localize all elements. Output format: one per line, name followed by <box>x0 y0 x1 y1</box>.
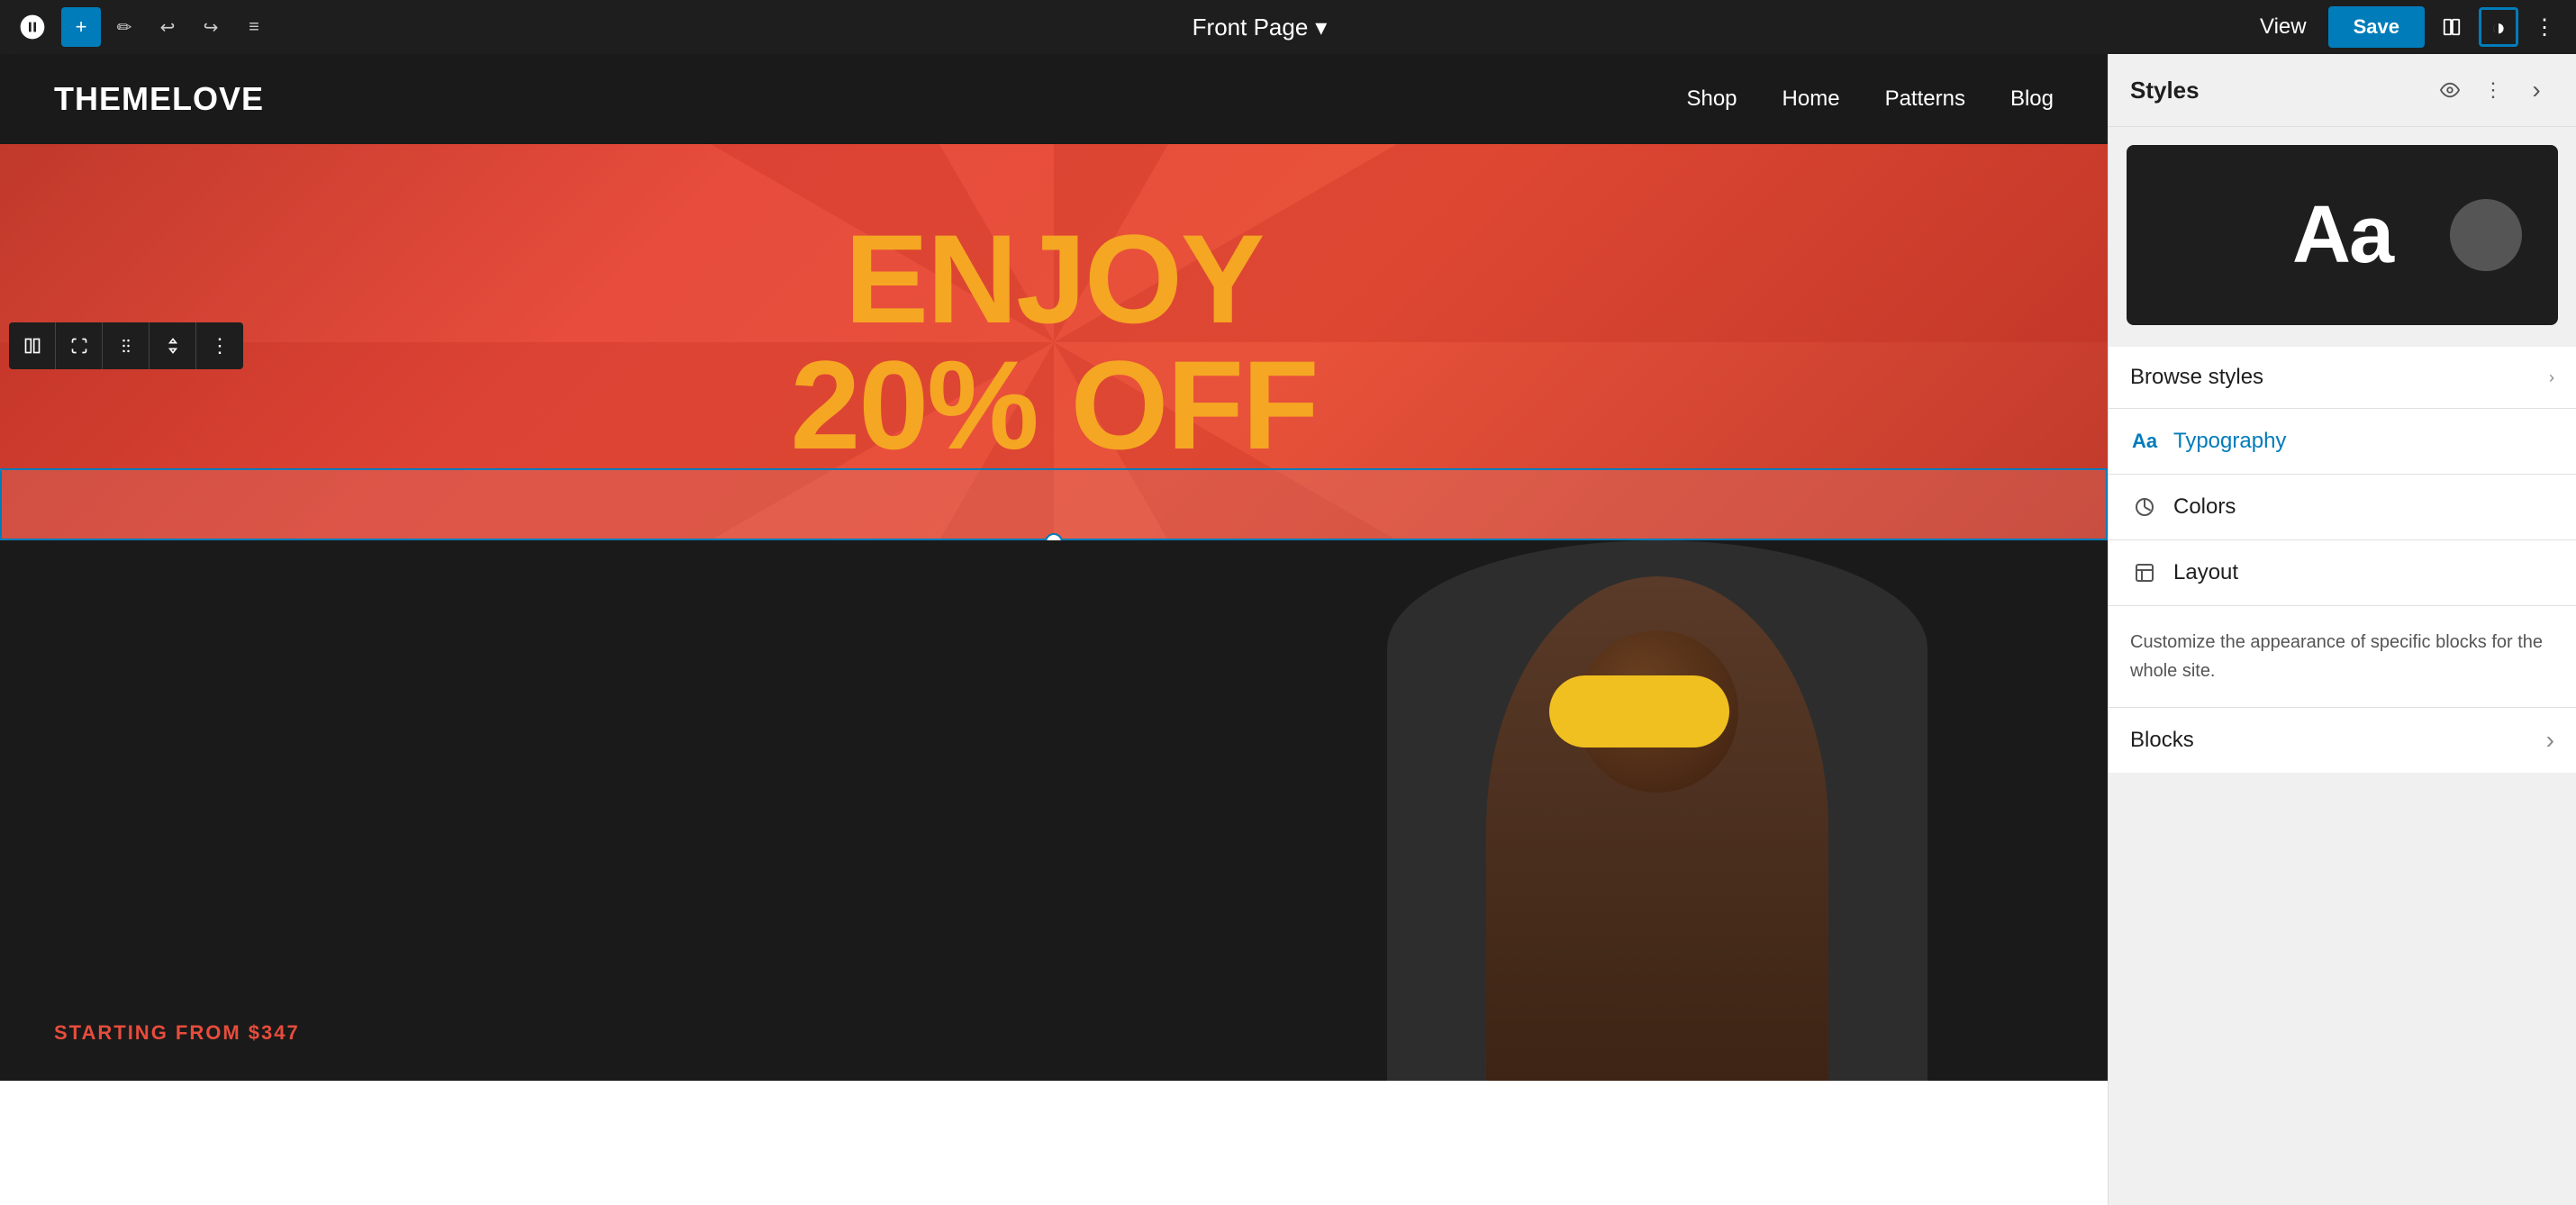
typography-item-left: Aa Typography <box>2130 427 2286 456</box>
browse-styles-label: Browse styles <box>2130 365 2263 390</box>
redo-button[interactable]: ↪ <box>191 7 231 47</box>
canvas-inner: THEMELOVE Shop Home Patterns Blog ENJOY … <box>0 54 2108 1205</box>
site-logo: THEMELOVE <box>54 80 264 118</box>
main-area: THEMELOVE Shop Home Patterns Blog ENJOY … <box>0 54 2576 1205</box>
curved-shape <box>1387 540 1927 1081</box>
typography-item[interactable]: Aa Typography <box>2109 409 2576 475</box>
block-updown-button[interactable] <box>150 322 196 369</box>
panel-header-actions: ⋮ › <box>2432 72 2554 108</box>
settings-more-button[interactable]: ⋮ <box>2526 7 2565 47</box>
bottom-section: STARTING FROM $347 <box>0 540 2108 1081</box>
main-toolbar: + ✏ ↩ ↪ ≡ Front Page ▾ View Save ◑ ⋮ <box>0 0 2576 54</box>
toolbar-center: Front Page ▾ <box>277 6 2242 49</box>
headband <box>1549 675 1729 747</box>
colors-item-left: Colors <box>2130 493 2236 521</box>
panel-description: Customize the appearance of specific blo… <box>2109 606 2576 707</box>
browse-styles-chevron: › <box>2549 368 2554 387</box>
nav-shop[interactable]: Shop <box>1686 86 1737 112</box>
layout-item[interactable]: Layout <box>2109 540 2576 606</box>
canvas: THEMELOVE Shop Home Patterns Blog ENJOY … <box>0 54 2108 1205</box>
page-title-chevron: ▾ <box>1315 14 1327 41</box>
hero-text: ENJOY 20% OFF <box>790 216 1317 468</box>
blocks-label: Blocks <box>2130 728 2194 753</box>
style-preview[interactable]: Aa <box>2127 145 2558 325</box>
hero-headline-line1: ENJOY <box>790 216 1317 342</box>
layout-label: Layout <box>2173 560 2238 585</box>
panel-more-icon: ⋮ <box>2483 78 2503 102</box>
block-columns-button[interactable] <box>9 322 56 369</box>
layout-icon <box>2130 558 2159 587</box>
panel-eye-button[interactable] <box>2432 72 2468 108</box>
block-more-button[interactable]: ⋮ <box>196 322 243 369</box>
typography-label: Typography <box>2173 429 2286 454</box>
undo-button[interactable]: ↩ <box>148 7 187 47</box>
panel-chevron-right-icon: › <box>2532 76 2540 104</box>
styles-panel: Styles ⋮ › Aa Browse styles › <box>2108 54 2576 1205</box>
panel-header: Styles ⋮ › <box>2109 54 2576 127</box>
block-more-icon: ⋮ <box>210 334 230 358</box>
nav-patterns[interactable]: Patterns <box>1885 86 1965 112</box>
pen-tool-button[interactable]: ✏ <box>104 7 144 47</box>
selected-block-overlay[interactable] <box>0 468 2108 540</box>
nav-blog[interactable]: Blog <box>2010 86 2054 112</box>
site-header: THEMELOVE Shop Home Patterns Blog <box>0 54 2108 144</box>
colors-icon <box>2130 493 2159 521</box>
list-view-button[interactable]: ≡ <box>234 7 274 47</box>
panel-title: Styles <box>2130 77 2200 104</box>
page-title-button[interactable]: Front Page ▾ <box>1178 6 1342 49</box>
wp-logo[interactable] <box>11 5 54 49</box>
save-button[interactable]: Save <box>2328 6 2425 48</box>
colors-item[interactable]: Colors <box>2109 475 2576 540</box>
browse-styles-item[interactable]: Browse styles › <box>2109 347 2576 409</box>
add-block-button[interactable]: + <box>61 7 101 47</box>
style-preview-circle <box>2450 199 2522 271</box>
page-title-text: Front Page <box>1193 14 1309 41</box>
block-toolbar: ⋮ <box>9 322 243 369</box>
layout-item-left: Layout <box>2130 558 2238 587</box>
blocks-item[interactable]: Blocks › <box>2109 707 2576 773</box>
hero-banner: ENJOY 20% OFF <box>0 144 2108 540</box>
block-drag-button[interactable] <box>103 322 150 369</box>
view-button[interactable]: View <box>2245 7 2321 47</box>
panel-more-button[interactable]: ⋮ <box>2475 72 2511 108</box>
panel-close-button[interactable]: › <box>2518 72 2554 108</box>
nav-home[interactable]: Home <box>1782 86 1840 112</box>
starting-from-text: STARTING FROM $347 <box>54 1021 300 1045</box>
colors-label: Colors <box>2173 494 2236 520</box>
layout-toggle-button[interactable] <box>2432 7 2472 47</box>
hero-headline-line2: 20% OFF <box>790 342 1317 468</box>
style-preview-aa: Aa <box>2292 189 2392 282</box>
contrast-icon: ◑ <box>2491 14 2506 41</box>
typography-icon: Aa <box>2130 427 2159 456</box>
site-nav: Shop Home Patterns Blog <box>1686 86 2054 112</box>
drag-handle[interactable] <box>1045 533 1063 540</box>
blocks-chevron: › <box>2546 726 2554 755</box>
block-expand-button[interactable] <box>56 322 103 369</box>
styles-toggle-button[interactable]: ◑ <box>2479 7 2518 47</box>
ellipsis-icon: ⋮ <box>2534 14 2557 41</box>
panel-description-text: Customize the appearance of specific blo… <box>2130 632 2543 681</box>
toolbar-right: View Save ◑ ⋮ <box>2245 6 2565 48</box>
